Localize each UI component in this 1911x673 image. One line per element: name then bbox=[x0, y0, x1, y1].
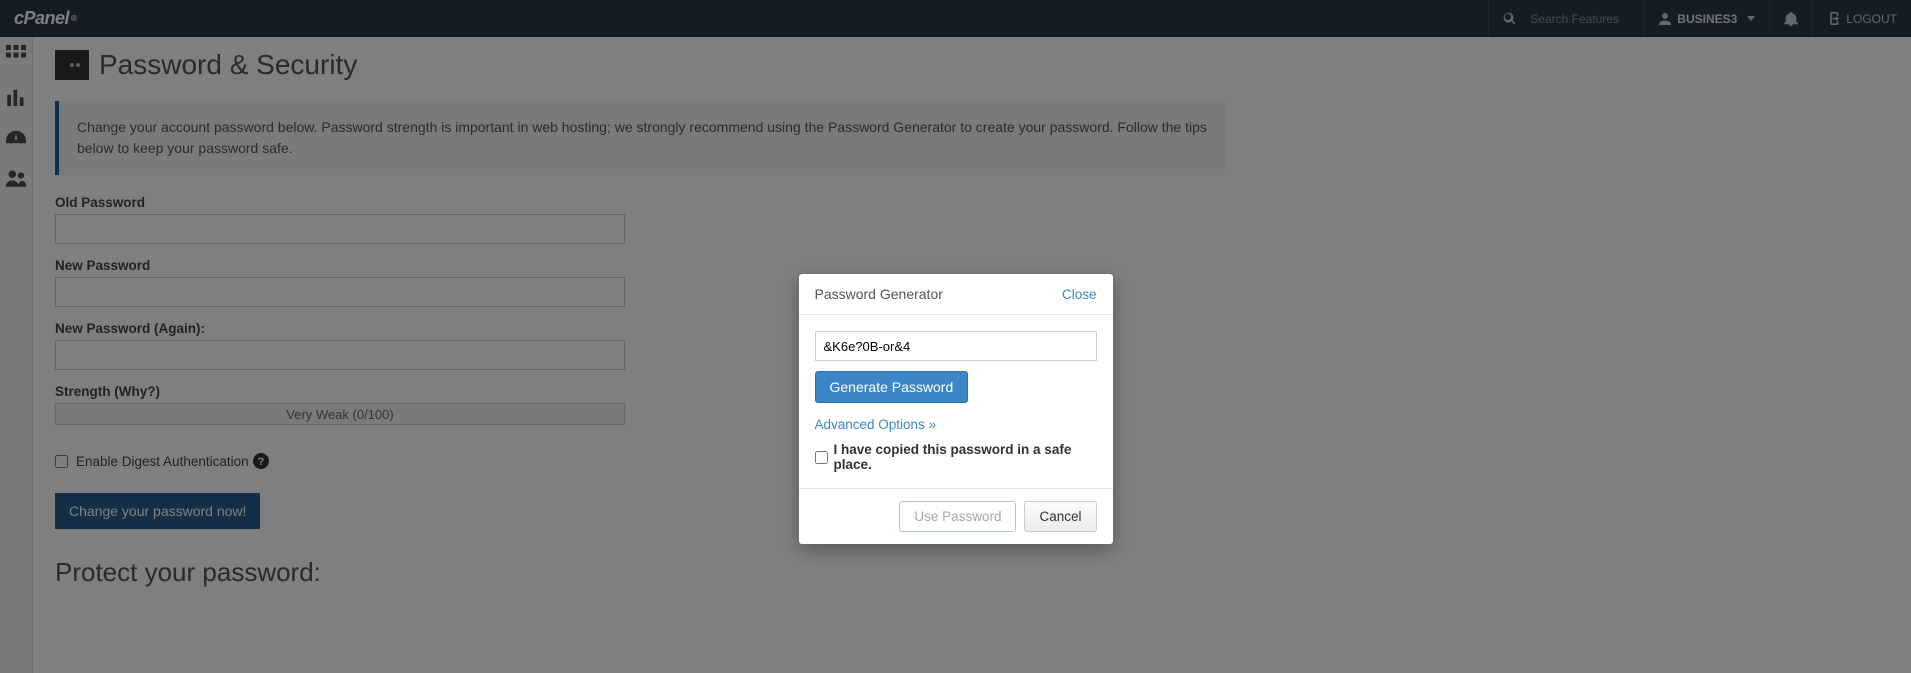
modal-overlay[interactable]: Password Generator Close Generate Passwo… bbox=[0, 0, 1911, 673]
use-password-button[interactable]: Use Password bbox=[899, 501, 1016, 532]
modal-title: Password Generator bbox=[815, 286, 943, 302]
advanced-options-link[interactable]: Advanced Options » bbox=[815, 417, 1097, 432]
copied-password-checkbox[interactable] bbox=[815, 451, 828, 464]
password-generator-modal: Password Generator Close Generate Passwo… bbox=[799, 274, 1113, 544]
copied-password-label: I have copied this password in a safe pl… bbox=[834, 442, 1097, 472]
cancel-button[interactable]: Cancel bbox=[1024, 501, 1096, 532]
generated-password-input[interactable] bbox=[815, 331, 1097, 361]
generate-password-button[interactable]: Generate Password bbox=[815, 371, 969, 403]
modal-close-link[interactable]: Close bbox=[1062, 287, 1097, 302]
